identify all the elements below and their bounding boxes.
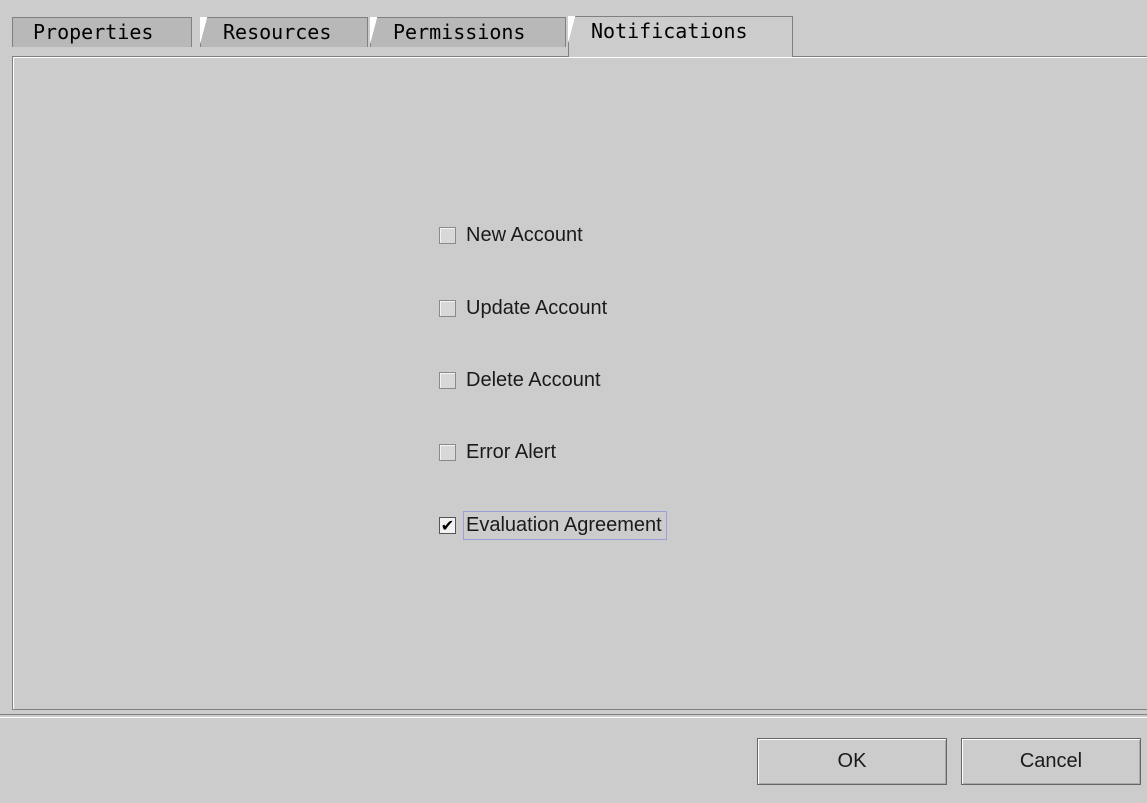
update-account-option[interactable]: Update Account	[439, 291, 607, 325]
error-alert-checkbox[interactable]	[439, 443, 456, 461]
error-alert-option[interactable]: Error Alert	[439, 435, 556, 469]
tab-properties[interactable]: Properties	[12, 17, 192, 47]
cancel-button[interactable]: Cancel	[961, 738, 1141, 785]
evaluation-agreement-checkbox[interactable]: ✔	[439, 516, 456, 535]
error-alert-label[interactable]: Error Alert	[466, 441, 556, 464]
new-account-checkbox[interactable]	[439, 226, 456, 244]
button-bar-separator	[0, 714, 1147, 718]
update-account-label[interactable]: Update Account	[466, 297, 607, 320]
ok-button[interactable]: OK	[757, 738, 947, 785]
checkmark-icon: ✔	[440, 515, 455, 535]
delete-account-option[interactable]: Delete Account	[439, 363, 601, 397]
tab-resources[interactable]: Resources	[200, 17, 368, 47]
delete-account-checkbox[interactable]	[439, 371, 456, 389]
evaluation-agreement-label[interactable]: Evaluation Agreement	[463, 510, 667, 540]
evaluation-agreement-option[interactable]: ✔ Evaluation Agreement	[439, 508, 667, 542]
tab-notifications[interactable]: Notifications	[568, 16, 793, 57]
new-account-label[interactable]: New Account	[466, 224, 583, 247]
tab-permissions[interactable]: Permissions	[370, 17, 566, 47]
update-account-checkbox[interactable]	[439, 299, 456, 317]
new-account-option[interactable]: New Account	[439, 218, 583, 252]
delete-account-label[interactable]: Delete Account	[466, 369, 601, 392]
